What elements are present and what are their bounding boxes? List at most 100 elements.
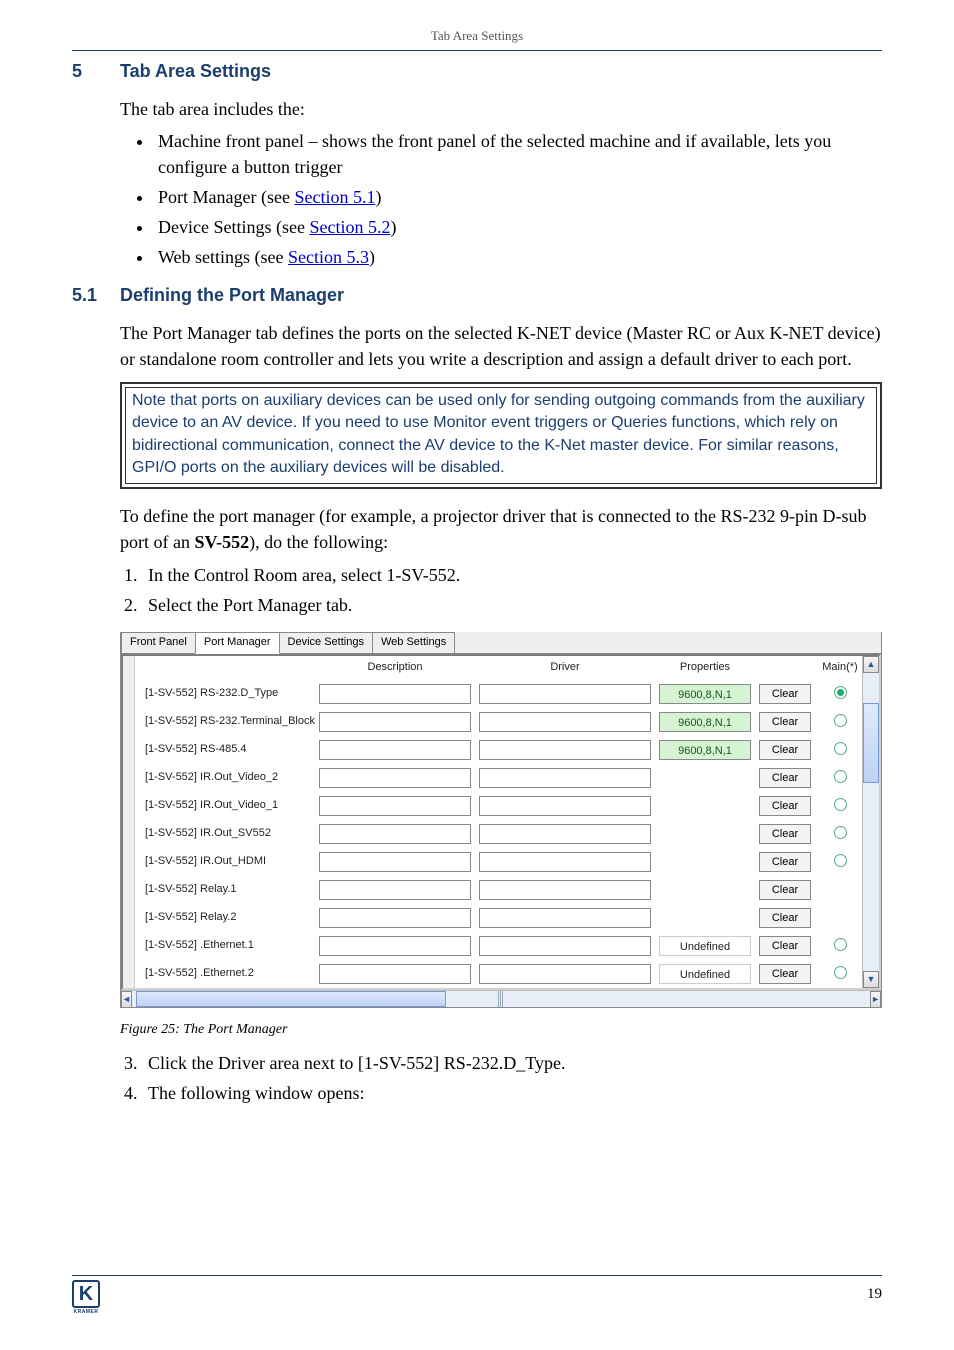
clear-button[interactable]: Clear [759,936,811,956]
procedure-intro-post: ), do the following: [249,532,388,552]
radio-icon[interactable] [834,742,847,755]
track-grip-icon [498,991,504,1007]
bullet-port-manager: Port Manager (see Section 5.1) [154,184,882,210]
scroll-track[interactable] [863,673,879,971]
link-section-5-3[interactable]: Section 5.3 [288,247,369,267]
bullet-device-settings: Device Settings (see Section 5.2) [154,214,882,240]
horizontal-scrollbar[interactable]: ◄ ► [121,990,881,1007]
radio-icon[interactable] [834,770,847,783]
clear-button[interactable]: Clear [759,852,811,872]
properties-cell [659,768,751,788]
description-input[interactable] [319,936,471,956]
clear-button[interactable]: Clear [759,712,811,732]
properties-cell[interactable]: 9600,8,N,1 [659,684,751,704]
section-title: Defining the Port Manager [120,285,344,306]
vertical-scrollbar[interactable]: ▲ ▼ [862,656,879,988]
driver-input[interactable] [479,852,651,872]
clear-button[interactable]: Clear [759,796,811,816]
description-input[interactable] [319,684,471,704]
radio-icon[interactable] [834,798,847,811]
driver-input[interactable] [479,768,651,788]
description-input[interactable] [319,796,471,816]
properties-cell [659,880,751,900]
properties-cell[interactable]: 9600,8,N,1 [659,712,751,732]
driver-input[interactable] [479,936,651,956]
procedure-intro: To define the port manager (for example,… [120,503,882,555]
page-footer: K KRAMER 19 [72,1275,882,1308]
clear-button[interactable]: Clear [759,684,811,704]
section-5-heading: 5 Tab Area Settings [72,61,882,82]
main-radio[interactable] [815,854,862,870]
clear-button[interactable]: Clear [759,964,811,984]
clear-button[interactable]: Clear [759,768,811,788]
port-name: [1-SV-552] Relay.1 [135,882,315,898]
driver-input[interactable] [479,684,651,704]
driver-input[interactable] [479,880,651,900]
properties-cell [659,908,751,928]
main-radio[interactable] [815,742,862,758]
section-title: Tab Area Settings [120,61,271,82]
tab-port-manager[interactable]: Port Manager [195,632,280,654]
clear-button[interactable]: Clear [759,908,811,928]
main-radio[interactable] [815,798,862,814]
description-input[interactable] [319,768,471,788]
kramer-logo-icon: K KRAMER [72,1280,100,1308]
tab-front-panel[interactable]: Front Panel [121,632,196,653]
radio-icon[interactable] [834,854,847,867]
port-row: [1-SV-552] IR.Out_Video_1Clear [135,792,862,820]
clear-button[interactable]: Clear [759,824,811,844]
tab-web-settings[interactable]: Web Settings [372,632,455,653]
section-number: 5 [72,61,120,82]
main-radio[interactable] [815,826,862,842]
tab-device-settings[interactable]: Device Settings [279,632,373,653]
main-radio[interactable] [815,966,862,982]
description-input[interactable] [319,740,471,760]
main-radio[interactable] [815,938,862,954]
scroll-down-icon[interactable]: ▼ [863,971,879,988]
properties-cell[interactable]: Undefined [659,964,751,984]
radio-icon[interactable] [834,966,847,979]
scroll-right-icon[interactable]: ► [870,991,881,1008]
radio-icon[interactable] [834,714,847,727]
col-driver: Driver [475,660,655,676]
driver-input[interactable] [479,824,651,844]
radio-icon[interactable] [834,686,847,699]
driver-input[interactable] [479,964,651,984]
description-input[interactable] [319,908,471,928]
link-section-5-1[interactable]: Section 5.1 [294,187,375,207]
scroll-thumb[interactable] [863,703,879,783]
link-section-5-2[interactable]: Section 5.2 [309,217,390,237]
driver-input[interactable] [479,796,651,816]
main-radio[interactable] [815,770,862,786]
description-input[interactable] [319,712,471,732]
section-number: 5.1 [72,285,120,306]
clear-button[interactable]: Clear [759,880,811,900]
driver-input[interactable] [479,908,651,928]
port-grid: Description Driver Properties Main(*) [1… [121,654,881,990]
description-input[interactable] [319,824,471,844]
description-input[interactable] [319,880,471,900]
scroll-track[interactable] [132,991,870,1007]
description-input[interactable] [319,964,471,984]
radio-icon[interactable] [834,938,847,951]
step-3: Click the Driver area next to [1-SV-552]… [142,1050,882,1076]
driver-input[interactable] [479,712,651,732]
bullet-text: Device Settings (see [158,217,309,237]
properties-cell[interactable]: Undefined [659,936,751,956]
step-4: The following window opens: [142,1080,882,1106]
clear-button[interactable]: Clear [759,740,811,760]
scroll-up-icon[interactable]: ▲ [863,656,879,673]
col-properties: Properties [655,660,755,676]
port-name: [1-SV-552] IR.Out_Video_2 [135,770,315,786]
description-input[interactable] [319,852,471,872]
scroll-thumb[interactable] [136,991,446,1007]
main-radio[interactable] [815,686,862,702]
main-radio[interactable] [815,714,862,730]
scroll-left-icon[interactable]: ◄ [121,991,132,1008]
procedure-intro-bold: SV-552 [194,532,249,552]
grid-row-selector-gutter[interactable] [123,656,135,988]
driver-input[interactable] [479,740,651,760]
figure-caption: Figure 25: The Port Manager [120,1020,882,1040]
properties-cell[interactable]: 9600,8,N,1 [659,740,751,760]
radio-icon[interactable] [834,826,847,839]
